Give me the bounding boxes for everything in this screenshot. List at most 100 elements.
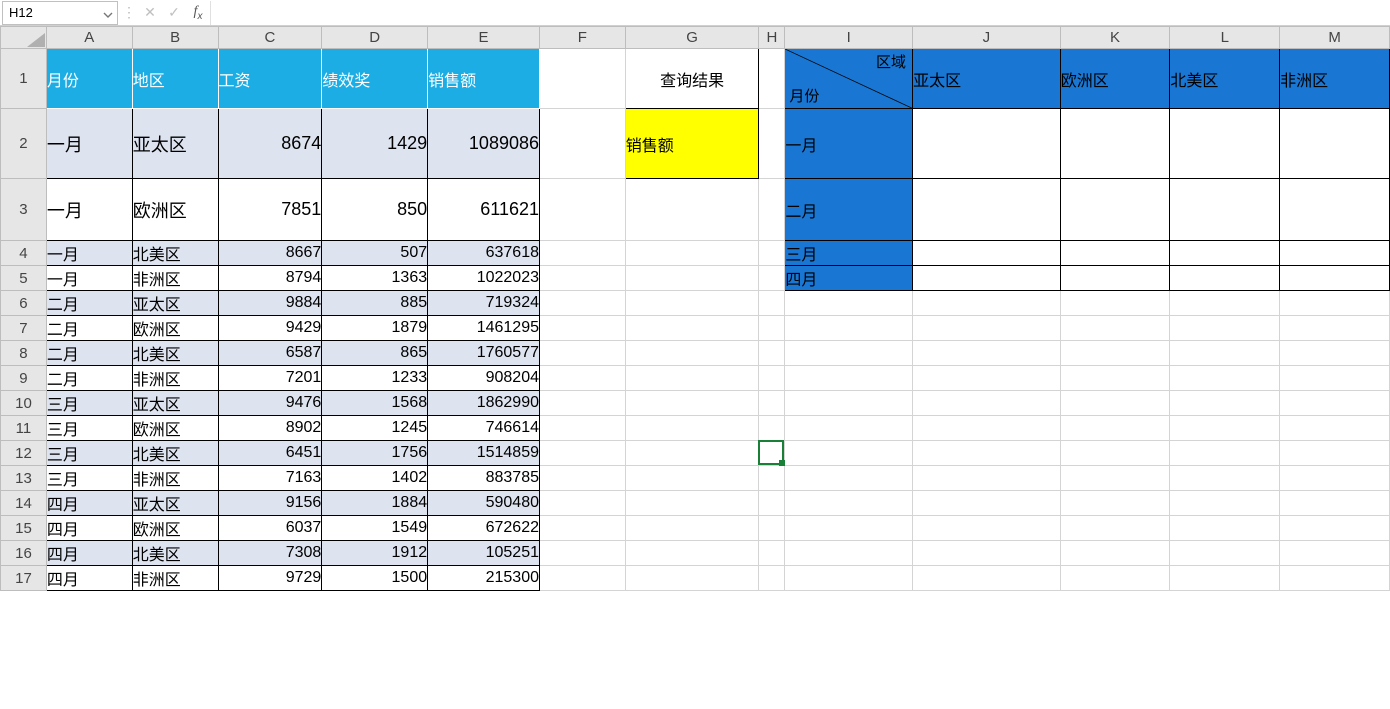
- select-all-corner[interactable]: [1, 27, 47, 49]
- row-header[interactable]: 10: [1, 391, 47, 416]
- cell[interactable]: [625, 416, 759, 441]
- cell[interactable]: 非洲区: [132, 466, 218, 491]
- row-header[interactable]: 6: [1, 291, 47, 316]
- cell[interactable]: 一月: [46, 109, 132, 179]
- cell[interactable]: [1280, 441, 1390, 466]
- cell[interactable]: 9476: [218, 391, 322, 416]
- cell[interactable]: 1760577: [428, 341, 540, 366]
- cell[interactable]: 二月: [46, 341, 132, 366]
- cell[interactable]: [540, 366, 626, 391]
- cell[interactable]: [540, 341, 626, 366]
- cell[interactable]: [1060, 179, 1170, 241]
- cell[interactable]: [759, 266, 785, 291]
- cell-active[interactable]: [759, 441, 785, 466]
- cell[interactable]: 590480: [428, 491, 540, 516]
- cell[interactable]: 月份: [46, 49, 132, 109]
- cell[interactable]: [785, 491, 913, 516]
- col-header-D[interactable]: D: [322, 27, 428, 49]
- cell[interactable]: 1568: [322, 391, 428, 416]
- cell[interactable]: [540, 541, 626, 566]
- row-header[interactable]: 12: [1, 441, 47, 466]
- cell[interactable]: [785, 466, 913, 491]
- col-header-E[interactable]: E: [428, 27, 540, 49]
- cell[interactable]: 637618: [428, 241, 540, 266]
- cell[interactable]: [1280, 391, 1390, 416]
- cell[interactable]: [913, 179, 1061, 241]
- cell[interactable]: 1022023: [428, 266, 540, 291]
- cell[interactable]: [1060, 316, 1170, 341]
- cell[interactable]: 6451: [218, 441, 322, 466]
- cell[interactable]: [540, 516, 626, 541]
- row-header[interactable]: 8: [1, 341, 47, 366]
- cell[interactable]: [1170, 341, 1280, 366]
- cell[interactable]: [540, 291, 626, 316]
- cell[interactable]: 507: [322, 241, 428, 266]
- col-header-I[interactable]: I: [785, 27, 913, 49]
- cell[interactable]: 1233: [322, 366, 428, 391]
- cell[interactable]: 1756: [322, 441, 428, 466]
- row-header[interactable]: 13: [1, 466, 47, 491]
- cell[interactable]: [785, 416, 913, 441]
- cell[interactable]: [913, 416, 1061, 441]
- cell[interactable]: 908204: [428, 366, 540, 391]
- cell[interactable]: 672622: [428, 516, 540, 541]
- cell[interactable]: 非洲区: [132, 266, 218, 291]
- cell[interactable]: 四月: [46, 566, 132, 591]
- cell[interactable]: 亚太区: [913, 49, 1061, 109]
- cell[interactable]: 四月: [785, 266, 913, 291]
- cell[interactable]: 1912: [322, 541, 428, 566]
- cell[interactable]: [913, 266, 1061, 291]
- cell[interactable]: [1170, 541, 1280, 566]
- cell[interactable]: [1060, 291, 1170, 316]
- cell[interactable]: 1500: [322, 566, 428, 591]
- cell[interactable]: 一月: [46, 266, 132, 291]
- cell[interactable]: 1402: [322, 466, 428, 491]
- cell[interactable]: [1170, 416, 1280, 441]
- cell[interactable]: [785, 316, 913, 341]
- cell[interactable]: [759, 341, 785, 366]
- cell[interactable]: [785, 291, 913, 316]
- col-header-F[interactable]: F: [540, 27, 626, 49]
- cell[interactable]: [913, 541, 1061, 566]
- cell[interactable]: [1060, 391, 1170, 416]
- cell[interactable]: [759, 416, 785, 441]
- cell[interactable]: [759, 179, 785, 241]
- col-header-M[interactable]: M: [1280, 27, 1390, 49]
- cell[interactable]: [625, 491, 759, 516]
- row-header[interactable]: 15: [1, 516, 47, 541]
- cell[interactable]: 地区: [132, 49, 218, 109]
- cell[interactable]: [759, 366, 785, 391]
- cell[interactable]: 非洲区: [1280, 49, 1390, 109]
- cell[interactable]: 1461295: [428, 316, 540, 341]
- cell[interactable]: [1060, 491, 1170, 516]
- cell[interactable]: [913, 391, 1061, 416]
- cell[interactable]: [1280, 341, 1390, 366]
- cell[interactable]: [1170, 566, 1280, 591]
- cell[interactable]: [759, 541, 785, 566]
- row-header[interactable]: 7: [1, 316, 47, 341]
- cell[interactable]: 北美区: [1170, 49, 1280, 109]
- cell[interactable]: 9729: [218, 566, 322, 591]
- cell[interactable]: 一月: [46, 179, 132, 241]
- col-header-K[interactable]: K: [1060, 27, 1170, 49]
- cell[interactable]: [1280, 466, 1390, 491]
- cell[interactable]: [1060, 566, 1170, 591]
- cell[interactable]: 9156: [218, 491, 322, 516]
- row-header[interactable]: 17: [1, 566, 47, 591]
- cell[interactable]: [1170, 316, 1280, 341]
- cell[interactable]: [625, 541, 759, 566]
- cell[interactable]: [759, 109, 785, 179]
- cell[interactable]: [1170, 291, 1280, 316]
- cell[interactable]: 1363: [322, 266, 428, 291]
- cell[interactable]: [1280, 516, 1390, 541]
- cell[interactable]: 四月: [46, 516, 132, 541]
- cell[interactable]: 二月: [46, 316, 132, 341]
- cell[interactable]: [1170, 241, 1280, 266]
- cell[interactable]: [1280, 241, 1390, 266]
- cell[interactable]: 1862990: [428, 391, 540, 416]
- cell[interactable]: 7163: [218, 466, 322, 491]
- cell[interactable]: [913, 109, 1061, 179]
- cell[interactable]: [540, 109, 626, 179]
- row-header[interactable]: 11: [1, 416, 47, 441]
- cell[interactable]: [1280, 109, 1390, 179]
